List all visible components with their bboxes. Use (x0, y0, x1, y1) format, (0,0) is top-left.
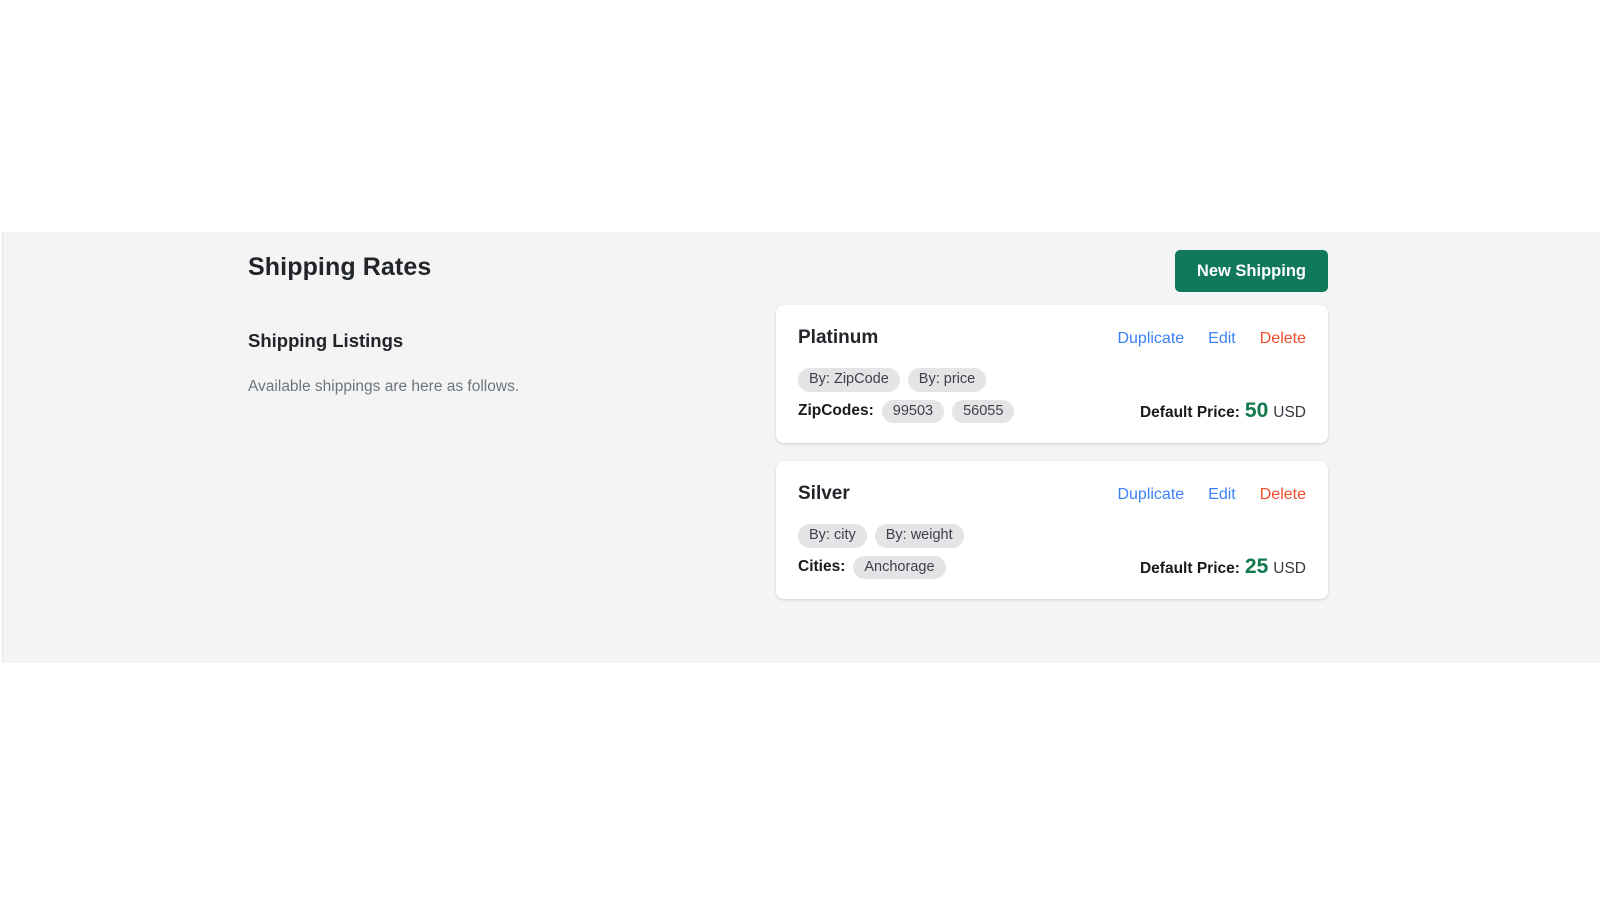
value-pill: Anchorage (853, 556, 945, 580)
edit-link[interactable]: Edit (1208, 486, 1236, 504)
value-pill: 99503 (882, 400, 944, 424)
shipping-cities-group: Cities: Anchorage (798, 556, 946, 580)
value-label: ZipCodes: (798, 402, 874, 420)
duplicate-link[interactable]: Duplicate (1117, 486, 1184, 504)
shipping-value-row: ZipCodes: 99503 56055 Default Price: 50 … (798, 400, 1306, 424)
shipping-cards-list: Platinum Duplicate Edit Delete By: ZipCo… (776, 305, 1328, 617)
shipping-card: Silver Duplicate Edit Delete By: city By… (776, 461, 1328, 599)
default-price-amount: 25 (1245, 556, 1268, 577)
shipping-card-header: Silver Duplicate Edit Delete (798, 483, 1306, 505)
shipping-listings-description: Available shippings are here as follows. (248, 376, 718, 398)
shipping-rates-page: Shipping Rates New Shipping Shipping Lis… (0, 0, 1600, 900)
method-pill: By: ZipCode (798, 368, 900, 392)
shipping-method-pills: By: city By: weight (798, 524, 1306, 548)
method-pill: By: price (908, 368, 986, 392)
shipping-card-title: Silver (798, 483, 850, 505)
method-pill: By: city (798, 524, 867, 548)
duplicate-link[interactable]: Duplicate (1117, 330, 1184, 348)
page-header: Shipping Rates New Shipping (248, 250, 1328, 296)
default-price-group: Default Price: 25 USD (1140, 556, 1306, 578)
shipping-card-title: Platinum (798, 327, 878, 349)
default-price-label: Default Price: (1140, 560, 1240, 578)
default-price-group: Default Price: 50 USD (1140, 400, 1306, 422)
shipping-card-header: Platinum Duplicate Edit Delete (798, 327, 1306, 349)
shipping-card-actions: Duplicate Edit Delete (1117, 486, 1306, 504)
content-panel: Shipping Rates New Shipping Shipping Lis… (2, 232, 1600, 663)
value-label: Cities: (798, 558, 845, 576)
new-shipping-button[interactable]: New Shipping (1175, 250, 1328, 292)
page-title: Shipping Rates (248, 253, 431, 282)
edit-link[interactable]: Edit (1208, 330, 1236, 348)
method-pill: By: weight (875, 524, 964, 548)
shipping-zipcodes-group: ZipCodes: 99503 56055 (798, 400, 1014, 424)
shipping-card-actions: Duplicate Edit Delete (1117, 330, 1306, 348)
shipping-listings-intro: Shipping Listings Available shippings ar… (248, 330, 718, 398)
shipping-method-pills: By: ZipCode By: price (798, 368, 1306, 392)
shipping-card: Platinum Duplicate Edit Delete By: ZipCo… (776, 305, 1328, 443)
shipping-listings-title: Shipping Listings (248, 330, 718, 352)
delete-link[interactable]: Delete (1260, 330, 1306, 348)
default-price-currency: USD (1273, 404, 1306, 422)
delete-link[interactable]: Delete (1260, 486, 1306, 504)
value-pill: 56055 (952, 400, 1014, 424)
default-price-label: Default Price: (1140, 404, 1240, 422)
default-price-currency: USD (1273, 560, 1306, 578)
default-price-amount: 50 (1245, 400, 1268, 421)
shipping-value-row: Cities: Anchorage Default Price: 25 USD (798, 556, 1306, 580)
